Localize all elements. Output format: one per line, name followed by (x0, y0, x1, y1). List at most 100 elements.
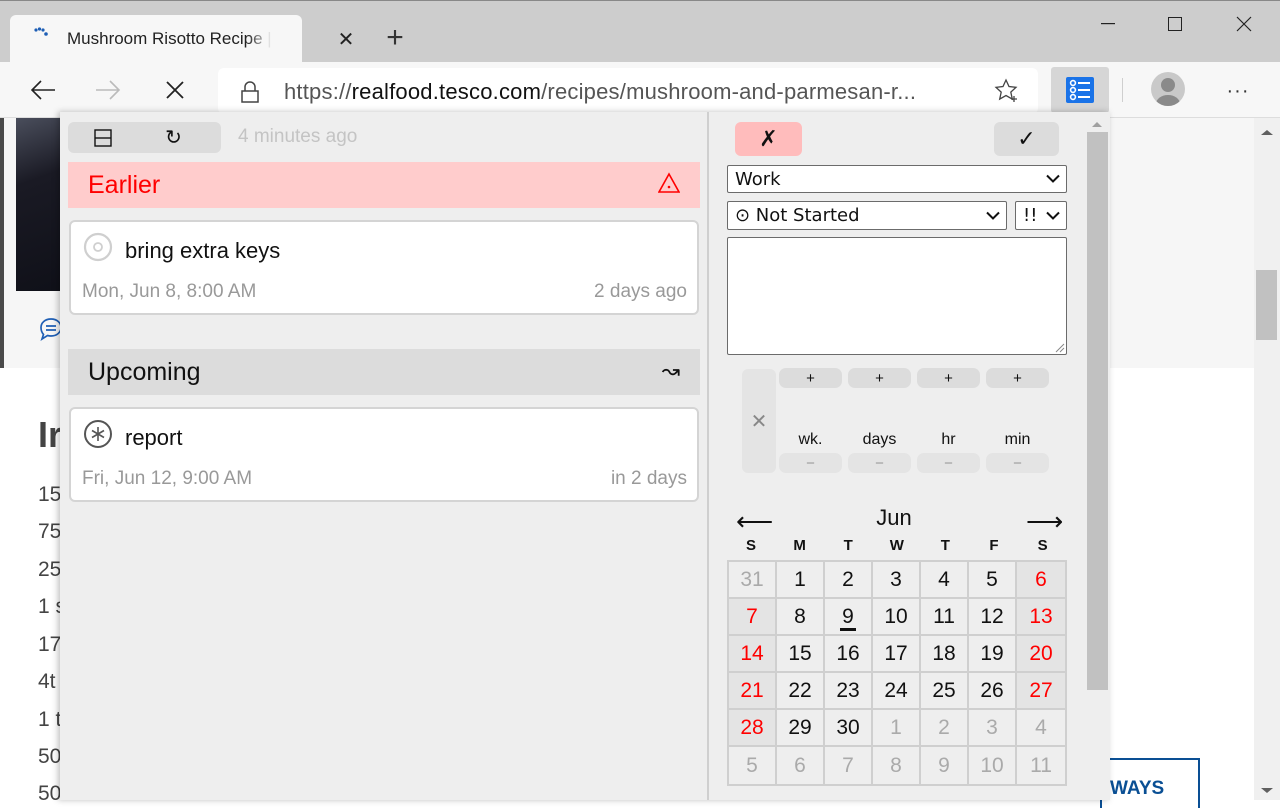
add-week-button[interactable]: + (779, 368, 842, 388)
list-select-value: Work (735, 168, 781, 190)
clear-duration-button[interactable]: ✕ (742, 369, 776, 473)
subtract-day-button[interactable]: − (848, 453, 911, 473)
weekday-label: S (745, 537, 756, 554)
url-text[interactable]: https://realfood.tesco.com/recipes/mushr… (284, 79, 916, 105)
minimize-icon (1101, 23, 1115, 25)
calendar-day[interactable]: 7 (729, 599, 777, 636)
back-button[interactable] (25, 74, 61, 106)
not-started-status-icon[interactable] (83, 232, 113, 262)
calendar-day[interactable]: 10 (873, 599, 921, 636)
calendar-day[interactable]: 3 (873, 562, 921, 599)
new-tab-button[interactable]: + (380, 21, 410, 54)
window-close-button[interactable] (1221, 9, 1267, 39)
resize-grip-icon[interactable] (1053, 341, 1065, 353)
calendar-day[interactable]: 28 (729, 710, 777, 747)
calendar-day[interactable]: 16 (825, 636, 873, 673)
scroll-down-arrow-icon[interactable] (1261, 788, 1273, 793)
stop-loading-button[interactable] (157, 74, 193, 106)
calendar-day[interactable]: 19 (969, 636, 1017, 673)
section-header-earlier[interactable]: Earlier (68, 162, 700, 208)
calendar-day[interactable]: 27 (1017, 673, 1065, 710)
calendar-day[interactable]: 21 (729, 673, 777, 710)
calendar-day-other-month[interactable]: 10 (969, 747, 1017, 784)
calendar-day-other-month[interactable]: 9 (921, 747, 969, 784)
priority-select[interactable]: !! (1015, 201, 1067, 230)
page-scrollbar[interactable] (1254, 118, 1280, 800)
calendar-day[interactable]: 13 (1017, 599, 1065, 636)
confirm-button[interactable]: ✓ (994, 122, 1059, 156)
calendar-day[interactable]: 5 (969, 562, 1017, 599)
scroll-up-arrow-icon[interactable] (1092, 122, 1102, 127)
calendar-day[interactable]: 12 (969, 599, 1017, 636)
calendar-day-other-month[interactable]: 2 (921, 710, 969, 747)
address-bar[interactable]: https://realfood.tesco.com/recipes/mushr… (218, 68, 1038, 114)
calendar-day[interactable]: 17 (873, 636, 921, 673)
calendar-day[interactable]: 4 (921, 562, 969, 599)
next-month-button[interactable]: ⟶ (1026, 506, 1063, 537)
calendar-day[interactable]: 2 (825, 562, 873, 599)
calendar-day-other-month[interactable]: 5 (729, 747, 777, 784)
cancel-button[interactable]: ✗ (735, 122, 802, 156)
calendar-day[interactable]: 6 (1017, 562, 1065, 599)
scroll-up-arrow-icon[interactable] (1261, 130, 1273, 135)
maximize-button[interactable] (1152, 9, 1198, 39)
profile-avatar[interactable] (1151, 72, 1185, 106)
popup-scrollbar[interactable] (1085, 112, 1110, 800)
in-progress-status-icon[interactable] (83, 419, 113, 449)
ingredient-line: 17 (38, 633, 62, 656)
calendar-day[interactable]: 30 (825, 710, 873, 747)
calendar-day[interactable]: 14 (729, 636, 777, 673)
calendar-day[interactable]: 29 (777, 710, 825, 747)
calendar-day-other-month[interactable]: 4 (1017, 710, 1065, 747)
ingredient-line: 1 t (38, 708, 62, 731)
section-header-upcoming[interactable]: Upcoming ↝ (68, 349, 700, 395)
calendar-day-today[interactable]: 9 (825, 599, 873, 636)
calendar-day[interactable]: 20 (1017, 636, 1065, 673)
tab-close-button[interactable]: ✕ (334, 27, 358, 51)
task-item[interactable]: report Fri, Jun 12, 9:00 AM in 2 days (69, 407, 699, 502)
task-item[interactable]: bring extra keys Mon, Jun 8, 8:00 AM 2 d… (69, 220, 699, 315)
ingredient-line: 4t (38, 670, 56, 693)
calendar-day[interactable]: 18 (921, 636, 969, 673)
previous-month-button[interactable]: ⟵ (736, 506, 773, 537)
settings-more-button[interactable]: ··· (1220, 76, 1256, 106)
calendar-day-other-month[interactable]: 3 (969, 710, 1017, 747)
list-select[interactable]: Work (727, 165, 1067, 193)
calendar-day-other-month[interactable]: 7 (825, 747, 873, 784)
calendar-day[interactable]: 23 (825, 673, 873, 710)
scrollbar-thumb[interactable] (1256, 270, 1277, 340)
calendar-day[interactable]: 25 (921, 673, 969, 710)
calendar-day[interactable]: 26 (969, 673, 1017, 710)
browser-tab-active[interactable]: Mushroom Risotto Recipe | Risotto Recipe… (10, 15, 302, 63)
calendar-day[interactable]: 11 (921, 599, 969, 636)
page-cta-button[interactable]: WAYS (1100, 758, 1200, 808)
notes-textarea[interactable] (727, 237, 1067, 355)
calendar-day-other-month[interactable]: 1 (873, 710, 921, 747)
task-extension-popup: ↻ 4 minutes ago Earlier bring extra keys… (60, 112, 1110, 800)
favorite-star-icon[interactable] (994, 78, 1020, 104)
add-minute-button[interactable]: + (986, 368, 1049, 388)
refresh-button[interactable]: ↻ (126, 122, 221, 153)
add-day-button[interactable]: + (848, 368, 911, 388)
subtract-hour-button[interactable]: − (917, 453, 980, 473)
task-extension-button[interactable] (1051, 67, 1109, 113)
subtract-minute-button[interactable]: − (986, 453, 1049, 473)
subtract-week-button[interactable]: − (779, 453, 842, 473)
calendar-day[interactable]: 15 (777, 636, 825, 673)
calendar-day[interactable]: 1 (777, 562, 825, 599)
calendar-day[interactable]: 24 (873, 673, 921, 710)
task-due-date: Mon, Jun 8, 8:00 AM (82, 281, 257, 302)
section-title: Upcoming (88, 357, 201, 386)
calendar-day-other-month[interactable]: 11 (1017, 747, 1065, 784)
calendar-day-other-month[interactable]: 8 (873, 747, 921, 784)
calendar-day-other-month[interactable]: 31 (729, 562, 777, 599)
ingredient-line: 50 (38, 782, 62, 805)
forward-button[interactable] (90, 74, 126, 106)
calendar-day-other-month[interactable]: 6 (777, 747, 825, 784)
scrollbar-thumb[interactable] (1087, 132, 1108, 690)
calendar-day[interactable]: 8 (777, 599, 825, 636)
status-select[interactable]: ⊙ Not Started (727, 201, 1007, 230)
add-hour-button[interactable]: + (917, 368, 980, 388)
calendar-day[interactable]: 22 (777, 673, 825, 710)
minimize-button[interactable] (1085, 9, 1131, 39)
